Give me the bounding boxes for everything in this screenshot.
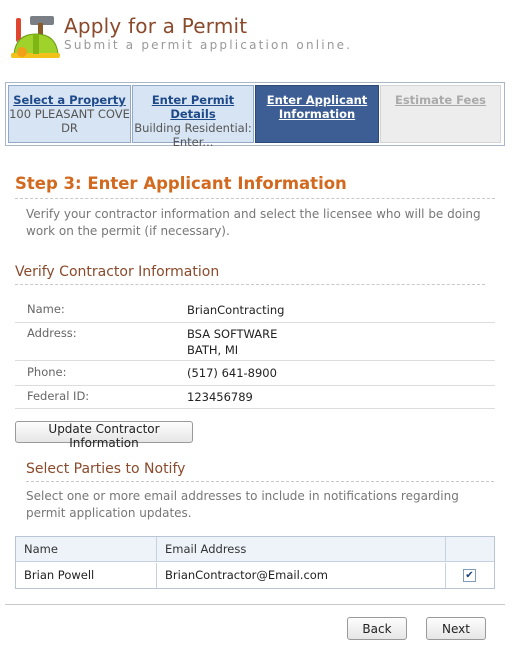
contractor-address-line1: BSA SOFTWARE [187, 327, 278, 341]
footer-divider [5, 604, 505, 605]
party-name: Brian Powell [24, 568, 95, 582]
field-label: Name: [27, 302, 65, 316]
wizard-step-estimate-fees: Estimate Fees [380, 85, 501, 143]
field-label: Federal ID: [27, 389, 90, 403]
page-header: Apply for a Permit Submit a permit appli… [0, 0, 530, 68]
column-divider [445, 537, 446, 561]
update-contractor-button[interactable]: Update Contractor Information [15, 421, 193, 450]
wizard-step-sub: 100 PLEASANT COVE DR [9, 107, 130, 135]
contractor-name: BrianContracting [187, 303, 285, 317]
step-description: Verify your contractor information and s… [26, 207, 481, 238]
notify-checkbox[interactable]: ✔ [463, 569, 476, 582]
contractor-name-row: Name: BrianContracting [15, 302, 495, 323]
contractor-phone-row: Phone: (517) 641-8900 [15, 365, 495, 386]
contractor-address-line2: BATH, MI [187, 343, 239, 357]
wizard-step-permit-details[interactable]: Enter Permit Details Building Residentia… [132, 85, 254, 149]
contractor-address-row: Address: BSA SOFTWARE BATH, MI [15, 326, 495, 361]
wizard-step-sub: Building Residential: Enter... [134, 121, 252, 149]
field-label: Phone: [27, 365, 67, 379]
back-button[interactable]: Back [347, 617, 407, 640]
divider [15, 284, 485, 285]
party-email: BrianContractor@Email.com [165, 568, 329, 582]
column-header-email: Email Address [165, 542, 247, 556]
hardhat-tools-icon [11, 16, 60, 58]
notify-table: Name Email Address Brian Powell BrianCon… [15, 536, 495, 589]
wizard-step-applicant-info[interactable]: Enter Applicant Information [255, 85, 379, 143]
wizard-step-label: Estimate Fees [394, 93, 487, 107]
contractor-phone: (517) 641-8900 [187, 366, 277, 380]
divider [15, 198, 495, 199]
wizard-steps: Select a Property 100 PLEASANT COVE DR E… [5, 82, 505, 149]
field-label: Address: [27, 326, 77, 340]
check-icon: ✔ [465, 570, 474, 581]
divider [26, 481, 494, 482]
notify-description: Select one or more email addresses to in… [26, 489, 459, 520]
table-header: Name Email Address [16, 537, 494, 562]
column-divider [445, 563, 446, 588]
app-title: Apply for a Permit [64, 14, 248, 38]
table-row: Brian Powell BrianContractor@Email.com ✔ [16, 563, 494, 588]
next-button[interactable]: Next [426, 617, 486, 640]
step-heading: Step 3: Enter Applicant Information [15, 174, 347, 193]
wizard-step-label[interactable]: Select a Property [9, 93, 130, 107]
app-subtitle: Submit a permit application online. [64, 38, 353, 52]
notify-heading: Select Parties to Notify [26, 461, 186, 477]
wizard-step-select-property[interactable]: Select a Property 100 PLEASANT COVE DR [8, 85, 131, 143]
wizard-step-label[interactable]: Enter Applicant Information [256, 93, 378, 121]
contractor-federal-id-row: Federal ID: 123456789 [15, 389, 495, 409]
column-header-name: Name [24, 542, 58, 556]
contractor-heading: Verify Contractor Information [15, 264, 220, 280]
contractor-federal-id: 123456789 [187, 390, 253, 404]
wizard-step-label[interactable]: Enter Permit Details [133, 93, 253, 121]
